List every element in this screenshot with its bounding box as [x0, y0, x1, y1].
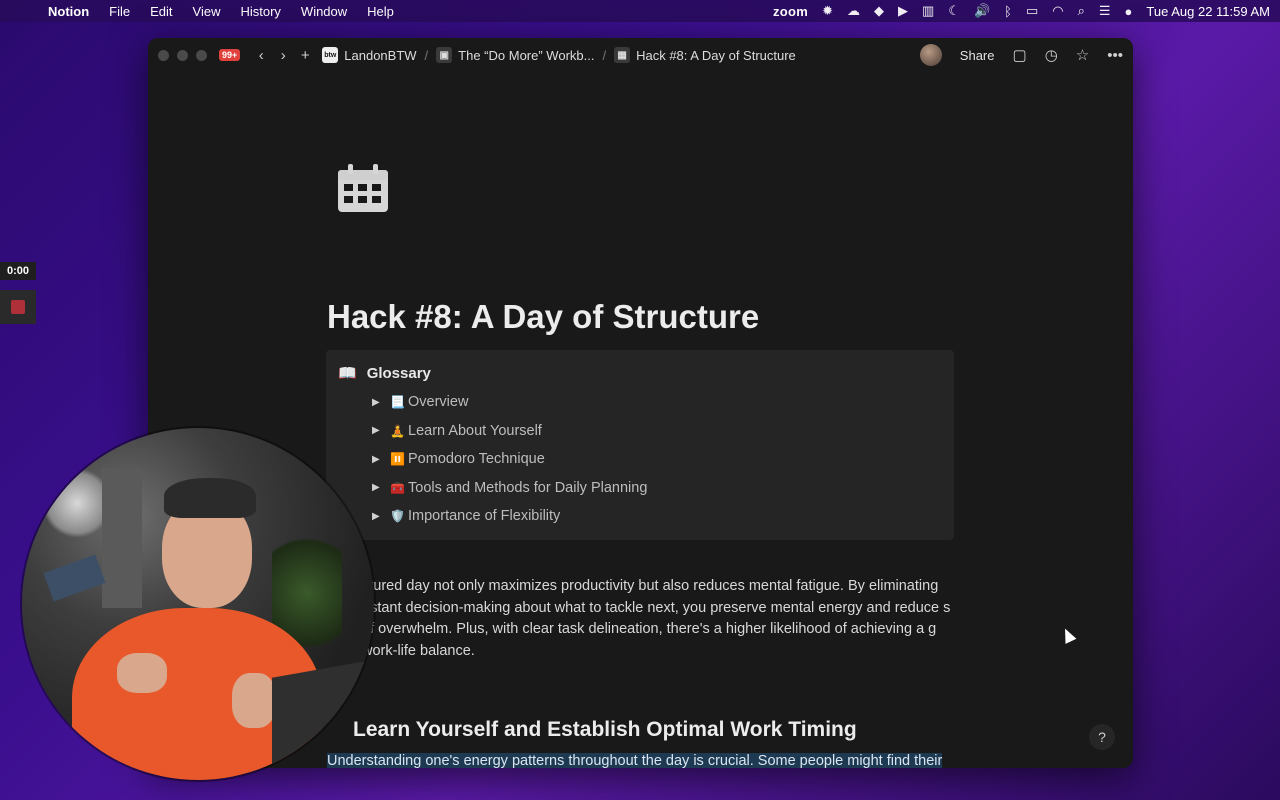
menu-window[interactable]: Window — [301, 4, 347, 19]
presenter-hand — [117, 653, 167, 693]
titlebar-actions: Share ▢ ◷ ☆ ••• — [919, 44, 1123, 66]
breadcrumb-workspace[interactable]: btw LandonBTW — [322, 47, 417, 63]
pause-emoji-icon: ⏸️ — [390, 452, 405, 467]
close-window-button[interactable] — [158, 49, 169, 61]
toggle-label: Importance of Flexibility — [408, 508, 561, 525]
intro-paragraph[interactable]: ctured day not only maximizes productivi… — [362, 576, 962, 662]
recording-stop-button[interactable] — [0, 290, 36, 324]
menu-app-notion[interactable]: Notion — [48, 4, 89, 19]
sun-icon[interactable]: ✹ — [822, 3, 833, 19]
calendar-icon[interactable] — [336, 164, 390, 214]
menu-history[interactable]: History — [240, 4, 280, 19]
menu-help[interactable]: Help — [367, 4, 394, 19]
avatar[interactable] — [919, 44, 942, 66]
breadcrumb-current-page[interactable]: ▦ Hack #8: A Day of Structure — [614, 47, 796, 63]
history-clock-icon[interactable]: ◷ — [1045, 46, 1058, 64]
glossary-header: 📖 Glossary — [338, 364, 954, 383]
layout-icon[interactable]: ▥ — [922, 3, 934, 19]
selected-paragraph[interactable]: Understanding one's energy patterns thro… — [327, 751, 952, 768]
more-options-icon[interactable]: ••• — [1107, 47, 1123, 64]
minimize-window-button[interactable] — [177, 49, 188, 61]
battery-icon[interactable]: ▭ — [1026, 3, 1038, 19]
laptop-shape — [272, 658, 374, 780]
window-controls — [158, 49, 207, 61]
moon-icon[interactable]: ☾ — [948, 3, 960, 19]
glossary-title: Glossary — [366, 364, 431, 382]
new-page-plus-icon[interactable]: + — [294, 47, 316, 64]
share-button[interactable]: Share — [960, 48, 995, 63]
toggle-triangle-icon[interactable]: ▶ — [372, 482, 390, 493]
toolbox-emoji-icon: 🧰 — [390, 480, 405, 495]
toggle-label: Overview — [408, 394, 469, 411]
breadcrumb-workbook[interactable]: ▣ The “Do More” Workb... — [436, 47, 594, 63]
wifi-icon[interactable]: ◠ — [1052, 3, 1063, 19]
volume-icon[interactable]: 🔊 — [974, 3, 990, 19]
title-bar: 99+ ‹ › + btw LandonBTW / ▣ The “Do More… — [148, 38, 1133, 72]
webcam-overlay — [22, 428, 374, 780]
toggle-triangle-icon[interactable]: ▶ — [372, 397, 390, 408]
presenter-hand — [232, 673, 276, 728]
presenter-cap — [164, 478, 256, 518]
selected-text: Understanding one's energy patterns thro… — [327, 753, 943, 768]
bluetooth-icon[interactable]: ᛒ — [1004, 4, 1012, 19]
zoom-window-button[interactable] — [196, 49, 207, 61]
breadcrumb-label: LandonBTW — [344, 47, 417, 63]
shield-emoji-icon: 🛡️ — [390, 509, 405, 524]
help-button[interactable]: ? — [1089, 724, 1115, 750]
favorite-star-icon[interactable]: ☆ — [1076, 46, 1089, 64]
toggle-pomodoro-technique[interactable]: ▶ ⏸️ Pomodoro Technique — [372, 445, 954, 474]
background-shape — [102, 468, 142, 608]
play-icon[interactable]: ▶ — [898, 3, 908, 19]
toggle-importance-of-flexibility[interactable]: ▶ 🛡️ Importance of Flexibility — [372, 502, 954, 531]
control-center-icon[interactable]: ☰ — [1099, 3, 1111, 19]
dropbox-icon[interactable]: ◆ — [874, 3, 884, 19]
menu-file[interactable]: File — [109, 4, 130, 19]
glossary-toggle-list: ▶ 📃 Overview ▶ 🧘 Learn About Yourself ▶ … — [338, 388, 954, 531]
recording-timer: 0:00 — [0, 262, 36, 280]
toggle-triangle-icon[interactable]: ▶ — [372, 511, 390, 522]
menu-view[interactable]: View — [193, 4, 221, 19]
zoom-status-item[interactable]: zoom — [773, 4, 808, 19]
toggle-label: Tools and Methods for Daily Planning — [408, 479, 648, 496]
forward-arrow-icon[interactable]: › — [272, 47, 294, 64]
meditation-emoji-icon: 🧘 — [390, 423, 405, 438]
toggle-triangle-icon[interactable]: ▶ — [372, 454, 390, 465]
siri-icon[interactable]: ● — [1125, 4, 1133, 19]
toggle-triangle-icon[interactable]: ▶ — [372, 425, 390, 436]
breadcrumb-separator: / — [424, 47, 429, 63]
menu-edit[interactable]: Edit — [150, 4, 172, 19]
menubar-tray: zoom ✹ ☁ ◆ ▶ ▥ ☾ 🔊 ᛒ ▭ ◠ ⌕ ☰ ● Tue Aug 2… — [773, 3, 1270, 19]
comment-icon[interactable]: ▢ — [1013, 46, 1027, 64]
page-title[interactable]: Hack #8: A Day of Structure — [327, 298, 759, 336]
breadcrumb-label: Hack #8: A Day of Structure — [636, 47, 796, 63]
mouse-cursor — [1059, 626, 1077, 644]
sync-icon[interactable]: ☁ — [847, 3, 860, 19]
breadcrumb-label: The “Do More” Workb... — [458, 47, 595, 63]
page-emoji-icon: 📃 — [390, 395, 405, 410]
search-icon[interactable]: ⌕ — [1078, 3, 1085, 19]
breadcrumb-separator: / — [602, 47, 607, 63]
toggle-label: Learn About Yourself — [408, 422, 542, 439]
stop-icon — [11, 300, 25, 314]
open-book-icon: 📖 — [338, 365, 357, 382]
toggle-learn-about-yourself[interactable]: ▶ 🧘 Learn About Yourself — [372, 417, 954, 446]
book-shape — [43, 554, 106, 602]
toggle-label: Pomodoro Technique — [408, 451, 545, 468]
menu-bar: Notion File Edit View History Window Hel… — [0, 0, 1280, 22]
notification-badge[interactable]: 99+ — [219, 49, 241, 61]
section-heading[interactable]: Learn Yourself and Establish Optimal Wor… — [353, 718, 857, 742]
workspace-logo-icon: btw — [322, 47, 339, 63]
menubar-datetime[interactable]: Tue Aug 22 11:59 AM — [1146, 4, 1270, 19]
toggle-tools-and-methods[interactable]: ▶ 🧰 Tools and Methods for Daily Planning — [372, 474, 954, 503]
calendar-icon: ▦ — [614, 47, 631, 63]
glossary-callout[interactable]: 📖 Glossary ▶ 📃 Overview ▶ 🧘 Learn About … — [326, 350, 954, 540]
toggle-overview[interactable]: ▶ 📃 Overview — [372, 388, 954, 417]
book-icon: ▣ — [436, 47, 453, 63]
back-arrow-icon[interactable]: ‹ — [250, 47, 272, 64]
